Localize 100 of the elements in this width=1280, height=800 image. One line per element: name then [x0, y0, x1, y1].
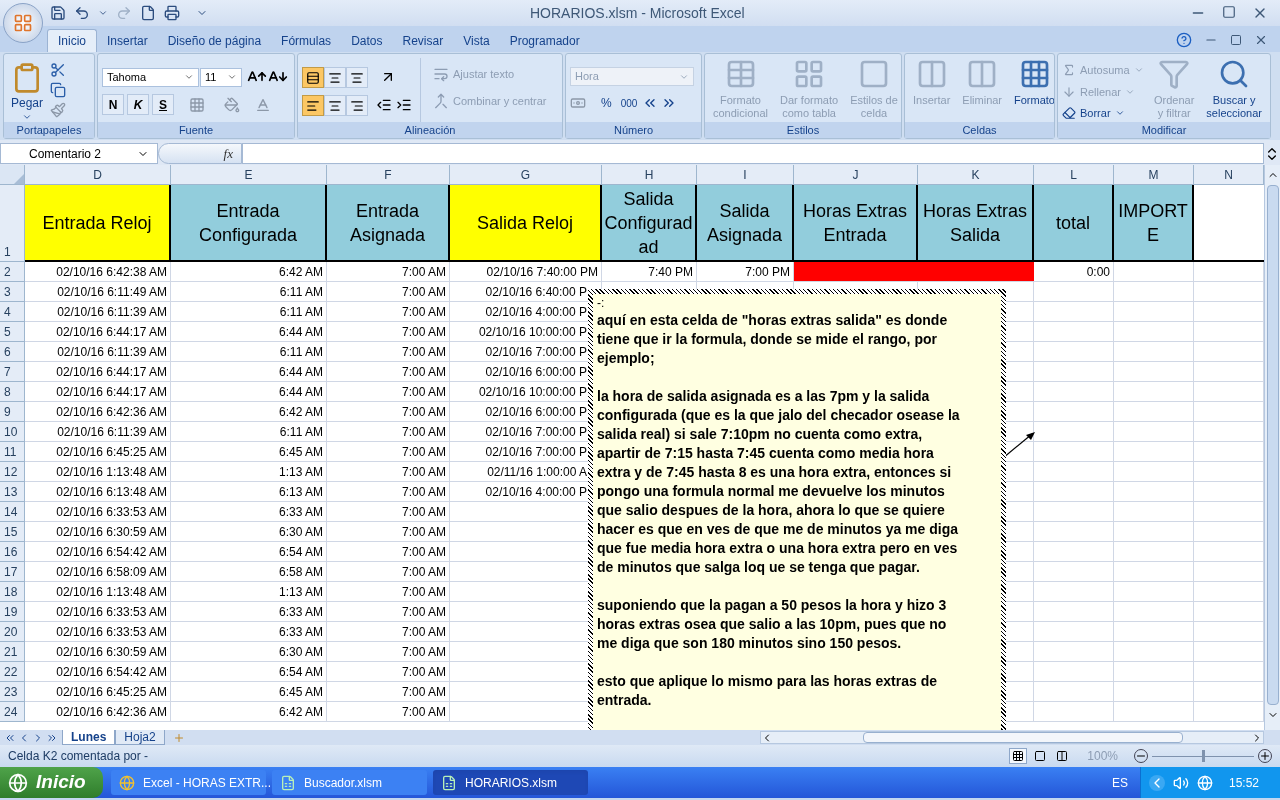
row-header[interactable]: 19 [0, 602, 25, 622]
row-header[interactable]: 7 [0, 362, 25, 382]
language-indicator[interactable]: ES [1112, 773, 1128, 792]
row-header[interactable]: 12 [0, 462, 25, 482]
header-cell: Salida Asignada [697, 185, 794, 262]
ribbon-tab[interactable]: Programador [499, 29, 590, 52]
percent-button[interactable]: % [597, 94, 616, 112]
row-header[interactable]: 2 [0, 262, 25, 282]
table-cell: 02/10/16 6:42:36 AM [25, 402, 171, 422]
row-header[interactable]: 23 [0, 682, 25, 702]
table-cell: 7:00 AM [327, 282, 450, 302]
column-header[interactable]: F [327, 165, 450, 184]
table-cell: 6:11 AM [171, 342, 327, 362]
row-header[interactable]: 3 [0, 282, 25, 302]
table-cell: 02/10/16 6:54:42 AM [25, 542, 171, 562]
table-cell: 6:33 AM [171, 622, 327, 642]
table-cell: 7:00 AM [327, 302, 450, 322]
ribbon-tab[interactable]: Inicio [47, 29, 97, 52]
table-cell: 02/10/16 6:42:36 AM [25, 702, 171, 722]
row-header[interactable]: 1 [0, 185, 25, 262]
column-header[interactable]: K [918, 165, 1034, 184]
table-cell: 6:44 AM [171, 382, 327, 402]
column-header[interactable]: E [171, 165, 327, 184]
insert-function-button[interactable]: fx [158, 143, 242, 164]
row-header[interactable]: 17 [0, 562, 25, 582]
name-box[interactable]: Comentario 2 [0, 143, 158, 164]
row-header[interactable]: 13 [0, 482, 25, 502]
ribbon-tab[interactable]: Revisar [392, 29, 454, 52]
thousands-button[interactable]: 000 [618, 95, 640, 111]
row-header[interactable]: 8 [0, 382, 25, 402]
font-name-field[interactable]: Tahoma [102, 67, 199, 87]
table-cell: 7:00 AM [327, 262, 450, 282]
sheet-tab[interactable]: Hoja2 [115, 730, 165, 745]
edit-tool-button[interactable]: Borrar [1062, 105, 1146, 122]
table-cell: 6:42 AM [171, 702, 327, 722]
table-cell: 02/10/16 1:13:48 AM [25, 582, 171, 602]
table-cell: 02/10/16 6:54:42 AM [25, 662, 171, 682]
header-cell: Salida Configuradad [602, 185, 697, 262]
style-button[interactable]: N [102, 94, 124, 115]
table-cell: 7:00 AM [327, 402, 450, 422]
column-header[interactable]: H [602, 165, 697, 184]
column-header[interactable]: G [450, 165, 602, 184]
row-header[interactable]: 14 [0, 502, 25, 522]
column-header[interactable]: I [697, 165, 794, 184]
table-cell: 7:00 AM [327, 682, 450, 702]
row-header[interactable]: 16 [0, 542, 25, 562]
table-cell: 6:13 AM [171, 482, 327, 502]
row-header[interactable]: 18 [0, 582, 25, 602]
paste-button[interactable]: Pegar [8, 58, 46, 122]
ribbon-tab[interactable]: Vista [453, 29, 500, 52]
column-header[interactable]: D [25, 165, 171, 184]
row-header[interactable]: 5 [0, 322, 25, 342]
table-cell: 6:54 AM [171, 542, 327, 562]
row-header[interactable]: 20 [0, 622, 25, 642]
ribbon-tab[interactable]: Insertar [97, 29, 158, 52]
cells-tool-button[interactable]: Formato [1010, 58, 1054, 122]
font-size-field[interactable]: 11 [200, 67, 242, 87]
style-button[interactable]: K [127, 94, 149, 115]
row-header[interactable]: 4 [0, 302, 25, 322]
table-cell: 1:13 AM [171, 582, 327, 602]
table-cell: 02/10/16 6:44:17 AM [25, 382, 171, 402]
header-cell: Entrada Configurada [171, 185, 327, 262]
style-button[interactable]: S [152, 94, 174, 115]
comment-text: esto que aplique lo mismo para las horas extras de entrada. [597, 672, 937, 710]
table-cell: 02/10/16 6:11:39 AM [25, 422, 171, 442]
taskbar-item[interactable]: HORARIOS.xlsm [433, 770, 588, 795]
header-cell: Salida Reloj [450, 185, 602, 262]
row-header[interactable]: 21 [0, 642, 25, 662]
column-header[interactable]: J [794, 165, 918, 184]
table-cell: 7:00 AM [327, 462, 450, 482]
table-cell: 6:58 AM [171, 562, 327, 582]
start-button[interactable]: Inicio [0, 767, 103, 798]
table-cell: 6:42 AM [171, 402, 327, 422]
column-header[interactable]: M [1114, 165, 1194, 184]
table-cell: 7:40 PM [602, 262, 697, 282]
group-label: Celdas [962, 124, 997, 136]
table-cell: 02/10/16 6:13:48 AM [25, 482, 171, 502]
table-cell: 02/10/16 6:33:53 AM [25, 622, 171, 642]
row-header[interactable]: 6 [0, 342, 25, 362]
table-cell: 6:33 AM [171, 502, 327, 522]
sheet-tab[interactable]: Lunes [62, 730, 116, 745]
ribbon-tab[interactable]: Diseño de página [157, 29, 272, 52]
row-header[interactable]: 15 [0, 522, 25, 542]
table-cell: 7:00 AM [327, 382, 450, 402]
group-label: Número [613, 124, 654, 136]
edit-large-button[interactable]: Buscar y seleccionar [1202, 58, 1266, 122]
table-cell: 6:45 AM [171, 442, 327, 462]
column-header[interactable]: L [1034, 165, 1114, 184]
group-label: Modificar [1141, 124, 1187, 136]
table-cell: 7:00 AM [327, 322, 450, 342]
row-header[interactable]: 11 [0, 442, 25, 462]
ribbon-tab[interactable]: Datos [341, 29, 393, 52]
row-header[interactable]: 10 [0, 422, 25, 442]
row-header[interactable]: 9 [0, 402, 25, 422]
group-label: Estilos [786, 124, 820, 136]
table-cell: 6:30 AM [171, 522, 327, 542]
ribbon-tab[interactable]: Fórmulas [271, 29, 342, 52]
row-header[interactable]: 24 [0, 702, 25, 722]
taskbar-item[interactable]: Buscador.xlsm [272, 770, 427, 795]
row-header[interactable]: 22 [0, 662, 25, 682]
